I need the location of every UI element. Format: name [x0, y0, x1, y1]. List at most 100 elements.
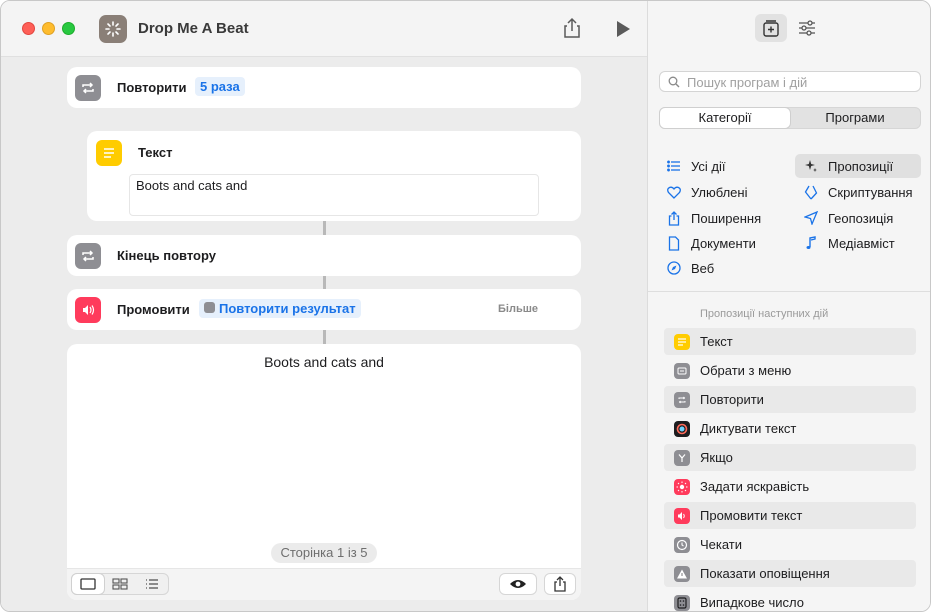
suggestion-wait[interactable]: Чекати	[664, 531, 916, 558]
run-play-icon[interactable]	[615, 20, 631, 38]
repeat-icon	[674, 391, 690, 408]
speak-preview-panel: Boots and cats and Сторінка 1 із 5	[67, 344, 581, 600]
speaker-icon	[75, 297, 101, 323]
text-icon	[96, 140, 122, 166]
suggestion-label: Якщо	[700, 450, 733, 465]
preview-button[interactable]	[499, 573, 537, 595]
repeat-results-token[interactable]: Повторити результат	[199, 299, 361, 318]
brightness-icon	[674, 478, 690, 495]
category-label: Геопозиція	[828, 210, 894, 226]
preview-toolbar	[67, 568, 581, 600]
category-label: Усі дії	[691, 158, 726, 174]
repeat-label: Повторити	[117, 80, 187, 95]
dice-icon	[674, 594, 690, 611]
repeat-count-token[interactable]: 5 раза	[195, 77, 245, 96]
eye-icon	[510, 580, 526, 588]
grid-icon	[112, 578, 128, 590]
category-web[interactable]: Веб	[665, 256, 714, 280]
flow-connector	[323, 221, 326, 235]
flow-connector	[323, 330, 326, 344]
share-icon	[554, 576, 566, 592]
suggestion-dictate-text[interactable]: Диктувати текст	[664, 415, 916, 442]
shortcut-icon[interactable]	[99, 15, 127, 43]
title-bar: Drop Me A Beat	[1, 1, 647, 57]
suggestion-text[interactable]: Текст	[664, 328, 916, 355]
category-label: Поширення	[691, 210, 762, 226]
category-label: Медіавміст	[828, 235, 895, 251]
grid-view-button[interactable]	[104, 574, 136, 594]
action-search-input[interactable]	[687, 73, 917, 91]
preview-text: Boots and cats and	[264, 354, 384, 370]
end-repeat-action-card[interactable]: Кінець повтору	[67, 235, 581, 276]
text-label: Текст	[138, 145, 173, 160]
shortcut-title[interactable]: Drop Me A Beat	[138, 20, 249, 37]
category-documents[interactable]: Документи	[665, 231, 756, 255]
minimize-window-button[interactable]	[42, 22, 55, 35]
library-tabs: Категорії Програми	[659, 107, 921, 129]
suggestion-repeat[interactable]: Повторити	[664, 386, 916, 413]
sparkle-wand-icon	[105, 21, 121, 37]
category-sharing[interactable]: Поширення	[665, 206, 761, 230]
category-label: Пропозиції	[828, 158, 894, 174]
suggestion-speak-text[interactable]: Промовити текст	[664, 502, 916, 529]
more-button[interactable]: Більше	[498, 303, 538, 315]
suggestion-label: Повторити	[700, 392, 764, 407]
category-media[interactable]: Медіавміст	[802, 231, 895, 255]
document-icon	[665, 234, 683, 252]
tab-apps[interactable]: Програми	[790, 108, 920, 128]
share-icon[interactable]	[562, 17, 582, 39]
text-icon	[674, 333, 690, 350]
single-page-icon	[80, 578, 96, 590]
repeat-icon	[75, 243, 101, 269]
suggestion-set-brightness[interactable]: Задати яскравість	[664, 473, 916, 500]
close-window-button[interactable]	[22, 22, 35, 35]
dictate-icon	[674, 420, 690, 437]
heart-icon	[665, 183, 683, 201]
category-label: Документи	[691, 235, 756, 251]
suggestion-if[interactable]: Якщо	[664, 444, 916, 471]
alert-icon	[674, 565, 690, 582]
share-icon	[665, 209, 683, 227]
scripting-icon	[802, 183, 820, 201]
tab-categories[interactable]: Категорії	[660, 108, 790, 128]
category-suggestions[interactable]: Пропозиції	[795, 154, 921, 178]
branch-icon	[674, 449, 690, 466]
section-divider	[648, 291, 930, 292]
list-icon	[146, 579, 158, 589]
category-favorites[interactable]: Улюблені	[665, 180, 747, 204]
suggestion-label: Обрати з меню	[700, 363, 792, 378]
category-location[interactable]: Геопозиція	[802, 206, 893, 230]
list-view-button[interactable]	[136, 574, 168, 594]
clock-icon	[674, 536, 690, 553]
flow-connector	[323, 276, 326, 289]
suggestion-label: Задати яскравість	[700, 479, 810, 494]
shortcut-details-button[interactable]	[791, 14, 823, 42]
speak-label: Промовити	[117, 302, 190, 317]
editor-pane: Drop Me A Beat Повторити 5 раза Текст Bo	[1, 1, 647, 611]
list-icon	[665, 157, 683, 175]
action-search-box	[659, 71, 921, 92]
zoom-window-button[interactable]	[62, 22, 75, 35]
preview-share-button[interactable]	[544, 573, 576, 595]
suggestion-label: Показати оповіщення	[700, 566, 830, 581]
compass-icon	[665, 259, 683, 277]
menu-icon	[674, 362, 690, 379]
text-value-field[interactable]: Boots and cats and	[129, 174, 539, 216]
category-scripting[interactable]: Скриптування	[802, 180, 913, 204]
location-arrow-icon	[802, 209, 820, 227]
speaker-icon	[674, 507, 690, 524]
repeat-action-card[interactable]: Повторити 5 раза	[67, 67, 581, 108]
category-all-actions[interactable]: Усі дії	[665, 154, 725, 178]
repeat-icon	[204, 302, 215, 313]
action-library-button[interactable]	[755, 14, 787, 42]
sparkle-icon	[802, 157, 820, 175]
single-view-button[interactable]	[72, 574, 104, 594]
suggestion-show-alert[interactable]: Показати оповіщення	[664, 560, 916, 587]
end-repeat-label: Кінець повтору	[117, 248, 216, 263]
suggestion-label: Диктувати текст	[700, 421, 797, 436]
repeat-icon	[75, 75, 101, 101]
suggestion-choose-from-menu[interactable]: Обрати з меню	[664, 357, 916, 384]
add-action-icon	[763, 20, 779, 37]
suggestion-random-number[interactable]: Випадкове число	[664, 589, 916, 611]
page-indicator: Сторінка 1 із 5	[271, 543, 377, 563]
